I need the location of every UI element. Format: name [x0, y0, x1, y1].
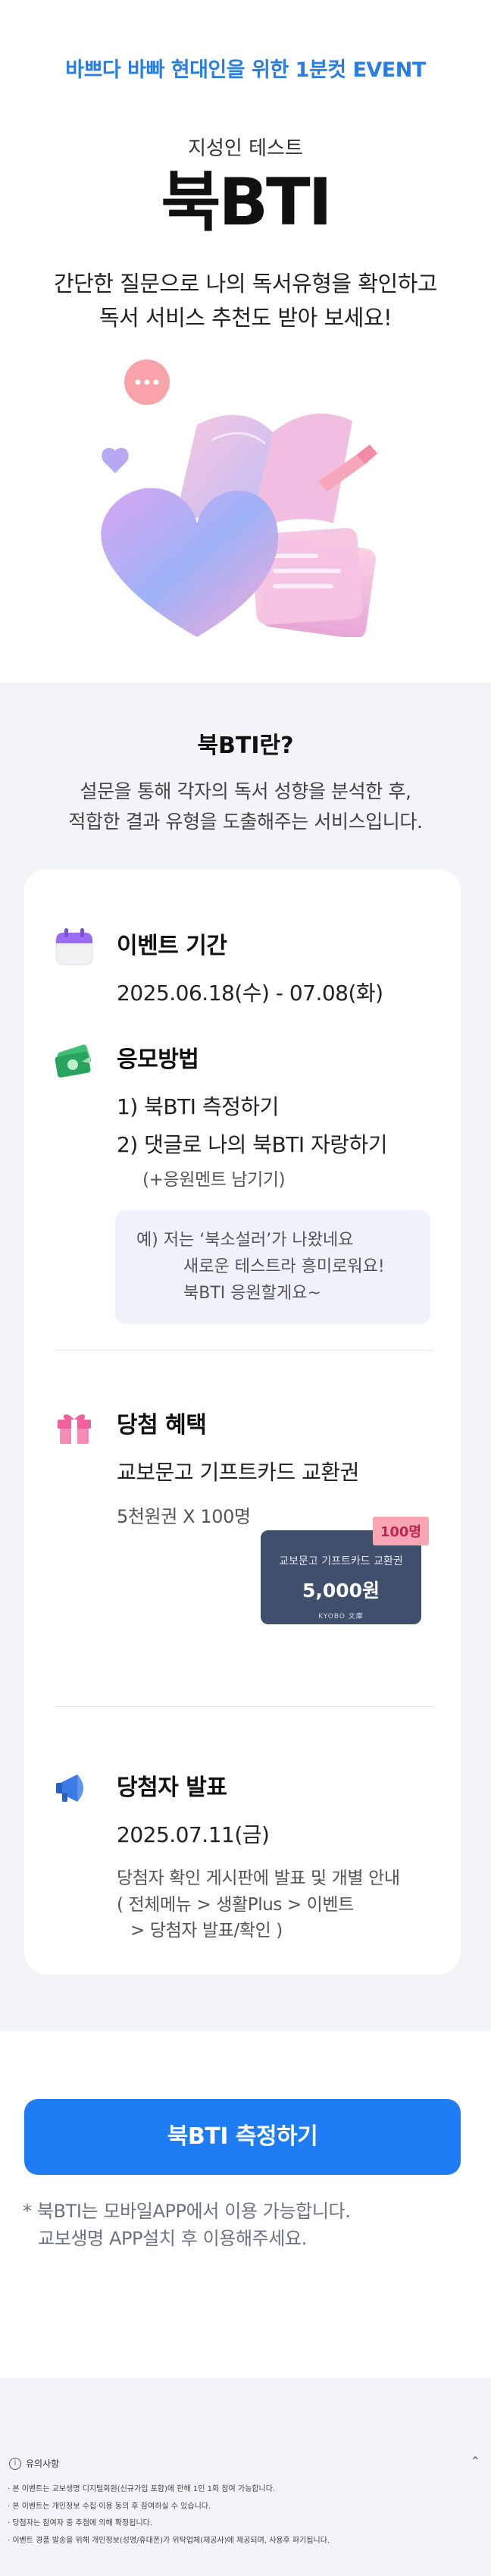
method-step2-note: (+응원멘트 남기기) — [142, 1170, 286, 1190]
gift-box-icon — [58, 1414, 91, 1444]
period-title: 이벤트 기간 — [117, 933, 227, 959]
example-comment-box: 예) 저는 ‘북소설러’가 나왔네요 새로운 테스트라 흥미로워요! 북BTI … — [115, 1210, 430, 1324]
hero-subtitle: 지성인 테스트 — [188, 137, 303, 160]
hero-description: 간단한 질문으로 나의 독서유형을 확인하고 독서 서비스 추천도 받아 보세요… — [0, 267, 491, 335]
announce-date: 2025.07.11(금) — [117, 1822, 270, 1847]
about-desc-line: 적합한 결과 유형을 도출해주는 서비스입니다. — [68, 811, 423, 833]
notice-section: i 유의사항 ⌃ · 본 이벤트는 교보생명 디지털회원(신규가입 포함)에 한… — [0, 2378, 491, 2576]
gift-card-image: 교보문고 기프트카드 교환권 5,000원 KYOBO 文庫 100명 — [261, 1517, 429, 1624]
big-heart-icon — [101, 488, 279, 637]
event-tag: 바쁘다 바빠 현대인을 위한 1분컷 EVENT — [65, 58, 426, 82]
announce-line: > 당첨자 발표/확인 ) — [130, 1921, 283, 1941]
event-page: 바쁘다 바빠 현대인을 위한 1분컷 EVENT 지성인 테스트 북BTI 간단… — [0, 0, 491, 2576]
app-notice-line: * 북BTI는 모바일APP에서 이용 가능합니다. — [23, 2201, 351, 2222]
start-bookbti-button[interactable]: 북BTI 측정하기 — [24, 2099, 461, 2175]
notice-item: · 본 이벤트는 개인정보 수집·이용 동의 후 참여하실 수 있습니다. — [8, 2502, 211, 2511]
notice-header[interactable]: i 유의사항 — [9, 2457, 59, 2470]
cta-section: 북BTI 측정하기 * 북BTI는 모바일APP에서 이용 가능합니다. 교보생… — [0, 2031, 491, 2378]
info-icon: i — [9, 2457, 21, 2470]
example-line: 예) 저는 ‘북소설러’가 나왔네요 — [136, 1231, 354, 1250]
example-line: 북BTI 응원할게요~ — [183, 1284, 321, 1304]
prize-title: 당첨 혜택 — [117, 1412, 207, 1439]
megaphone-icon — [56, 1774, 83, 1802]
about-description: 설문을 통해 각자의 독서 성향을 분석한 후, 적합한 결과 유형을 도출해주… — [0, 777, 491, 837]
gift-card-label: 교보문고 기프트카드 교환권 — [279, 1555, 403, 1567]
quantity-badge: 100명 — [372, 1517, 429, 1545]
notice-list: · 본 이벤트는 교보생명 디지털회원(신규가입 포함)에 한해 1인 1회 참… — [8, 2484, 330, 2552]
hero-desc-line: 독서 서비스 추천도 받아 보세요! — [99, 304, 392, 331]
example-line: 새로운 테스트라 흥미로워요! — [183, 1257, 385, 1277]
announce-line: ( 전체메뉴 > 생활Plus > 이벤트 — [117, 1894, 354, 1915]
book-heart-illustration — [101, 359, 377, 637]
calendar-icon — [55, 928, 93, 965]
method-step2: 2) 댓글로 나의 북BTI 자랑하기 — [117, 1132, 388, 1157]
prize-item: 교보문고 기프트카드 교환권 — [117, 1460, 359, 1485]
about-desc-line: 설문을 통해 각자의 독서 성향을 분석한 후, — [80, 780, 411, 802]
gift-card-amount: 5,000원 — [302, 1580, 380, 1602]
method-title: 응모방법 — [117, 1046, 199, 1073]
notice-title: 유의사항 — [26, 2458, 60, 2469]
app-notice-line: 교보생명 APP설치 후 이용해주세요. — [38, 2228, 307, 2249]
info-section: 북BTI란? 설문을 통해 각자의 독서 성향을 분석한 후, 적합한 결과 유… — [0, 682, 491, 2031]
chevron-up-icon[interactable]: ⌃ — [471, 2454, 480, 2468]
announce-line: 당첨자 확인 게시판에 발표 및 개별 안내 — [117, 1868, 400, 1888]
announce-title: 당첨자 발표 — [117, 1774, 227, 1801]
notice-item: · 당첨자는 참여자 중 추첨에 의해 확정됩니다. — [8, 2519, 153, 2527]
announce-details: 당첨자 확인 게시판에 발표 및 개별 안내 ( 전체메뉴 > 생활Plus >… — [117, 1865, 435, 1944]
app-notice: * 북BTI는 모바일APP에서 이용 가능합니다. 교보생명 APP설치 후 … — [23, 2198, 351, 2252]
money-envelope-icon — [55, 1044, 91, 1078]
notice-item: · 본 이벤트는 교보생명 디지털회원(신규가입 포함)에 한해 1인 1회 참… — [8, 2485, 276, 2493]
small-heart-icon — [102, 447, 129, 473]
hero-title: 북BTI — [161, 165, 332, 240]
period-value: 2025.06.18(수) - 07.08(화) — [117, 981, 383, 1006]
hero-section: 바쁘다 바빠 현대인을 위한 1분컷 EVENT 지성인 테스트 북BTI 간단… — [0, 0, 491, 682]
kyobo-logo: KYOBO 文庫 — [318, 1613, 364, 1621]
notice-item: · 이벤트 경품 발송을 위해 개인정보(성명/휴대폰)가 위탁업체(제공사)에… — [8, 2536, 330, 2545]
divider — [55, 1350, 433, 1351]
hero-desc-line: 간단한 질문으로 나의 독서유형을 확인하고 — [53, 271, 438, 297]
event-info-card: 이벤트 기간 2025.06.18(수) - 07.08(화) 응모방법 1) … — [24, 869, 461, 1975]
divider — [55, 1706, 433, 1707]
about-title: 북BTI란? — [197, 733, 294, 759]
method-step1: 1) 북BTI 측정하기 — [117, 1094, 279, 1119]
